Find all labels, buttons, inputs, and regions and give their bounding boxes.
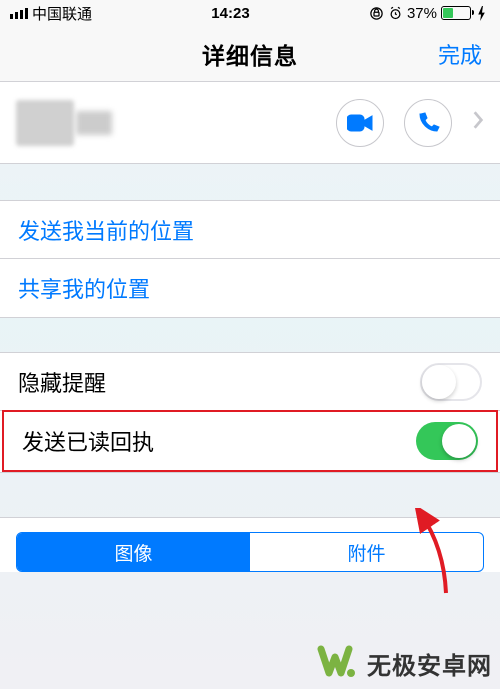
phone-icon [416, 111, 440, 135]
share-my-location[interactable]: 共享我的位置 [0, 259, 500, 317]
share-my-location-label: 共享我的位置 [18, 272, 482, 304]
hide-alerts-toggle[interactable] [420, 363, 482, 401]
watermark-logo-icon [317, 643, 361, 683]
send-current-location[interactable]: 发送我当前的位置 [0, 201, 500, 259]
watermark: 无极安卓网 [317, 643, 492, 683]
avatar [16, 100, 74, 146]
read-receipts-toggle[interactable] [416, 422, 478, 460]
nav-bar: 详细信息 完成 [0, 26, 500, 82]
settings-group: 隐藏提醒 发送已读回执 [0, 352, 500, 473]
status-bar: 中国联通 14:23 37% [0, 0, 500, 26]
signal-bars-icon [10, 8, 28, 19]
call-button[interactable] [404, 99, 452, 147]
read-receipts-label: 发送已读回执 [22, 425, 416, 457]
chevron-right-icon [472, 110, 484, 135]
battery-pct: 37% [407, 5, 437, 22]
status-time: 14:23 [211, 5, 249, 22]
orientation-lock-icon [369, 6, 384, 21]
contact-row[interactable] [0, 82, 500, 164]
charging-icon [475, 6, 490, 21]
watermark-text: 无极安卓网 [367, 646, 492, 681]
read-receipts-highlight: 发送已读回执 [2, 410, 498, 472]
hide-alerts-row: 隐藏提醒 [0, 353, 500, 411]
tab-attachments[interactable]: 附件 [250, 533, 483, 571]
attachments-tabs: 图像 附件 [0, 517, 500, 572]
done-button[interactable]: 完成 [438, 38, 482, 70]
facetime-video-button[interactable] [336, 99, 384, 147]
battery-icon [441, 6, 471, 20]
send-current-location-label: 发送我当前的位置 [18, 214, 482, 246]
alarm-icon [388, 6, 403, 21]
read-receipts-row: 发送已读回执 [4, 412, 496, 470]
carrier-label: 中国联通 [32, 3, 92, 24]
contact-name-blurred [76, 111, 112, 135]
page-title: 详细信息 [202, 37, 298, 71]
location-group: 发送我当前的位置 共享我的位置 [0, 200, 500, 318]
hide-alerts-label: 隐藏提醒 [18, 366, 420, 398]
video-icon [347, 114, 373, 132]
tab-images[interactable]: 图像 [17, 533, 250, 571]
